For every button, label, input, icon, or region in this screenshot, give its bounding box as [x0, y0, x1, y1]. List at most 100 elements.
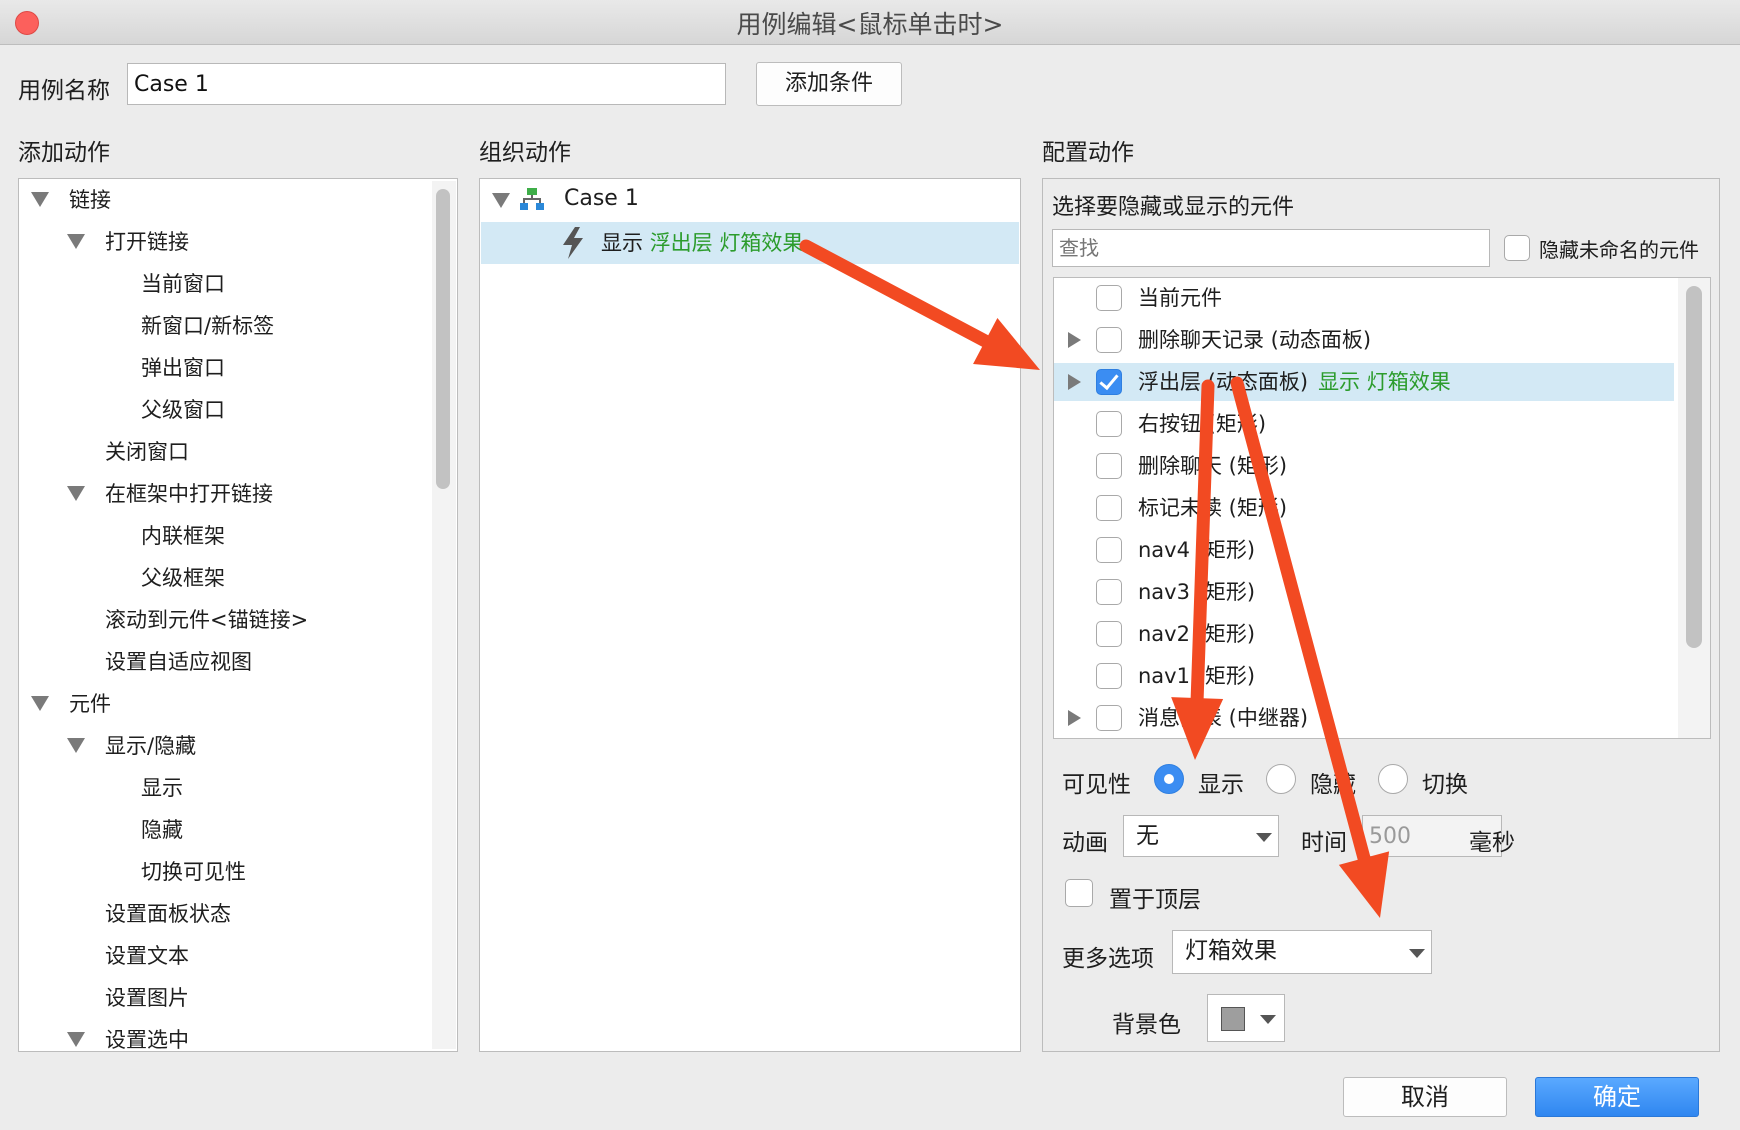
add-condition-button[interactable]: 添加条件	[756, 62, 902, 106]
component-checkbox[interactable]	[1096, 621, 1122, 647]
component-list[interactable]: 当前元件删除聊天记录 (动态面板) 浮出层 (动态面板) 显示 灯箱效果右按钮 (矩…	[1053, 277, 1711, 739]
expand-triangle-icon[interactable]	[67, 738, 85, 753]
more-options-value: 灯箱效果	[1185, 938, 1277, 964]
action-tree-label: 隐藏	[141, 818, 183, 842]
case-name-input[interactable]	[127, 63, 726, 105]
action-tree-item[interactable]: 设置自适应视图	[19, 642, 457, 682]
visibility-toggle-radio[interactable]	[1378, 764, 1408, 794]
component-label: 浮出层 (动态面板)	[1138, 370, 1309, 394]
expand-triangle-icon[interactable]	[1068, 374, 1081, 390]
component-name: 删除聊天记录 (动态面板)	[1138, 321, 1371, 359]
component-label: 消息列表 (中继器)	[1138, 706, 1309, 730]
select-components-heading: 选择要隐藏或显示的元件	[1052, 195, 1295, 220]
visibility-hide-radio[interactable]	[1266, 764, 1296, 794]
component-label: 标记未读 (矩形)	[1138, 496, 1288, 520]
cancel-button[interactable]: 取消	[1343, 1077, 1507, 1117]
component-row[interactable]: nav4 (矩形)	[1054, 531, 1674, 569]
action-tree-item[interactable]: 链接	[19, 180, 457, 220]
component-name: 右按钮 (矩形)	[1138, 405, 1266, 443]
action-tree-item[interactable]: 新窗口/新标签	[19, 306, 457, 346]
component-checkbox[interactable]	[1096, 495, 1122, 521]
component-checkbox[interactable]	[1096, 453, 1122, 479]
case-tree-icon	[520, 188, 544, 210]
hide-unnamed-checkbox[interactable]	[1504, 235, 1530, 261]
action-tree-item[interactable]: 内联框架	[19, 516, 457, 556]
component-row[interactable]: 浮出层 (动态面板) 显示 灯箱效果	[1054, 363, 1674, 401]
color-swatch	[1221, 1007, 1245, 1031]
component-label: nav1 (矩形)	[1138, 664, 1256, 688]
case-tree-label[interactable]: Case 1	[564, 180, 639, 218]
component-checkbox[interactable]	[1096, 285, 1122, 311]
action-tree-item[interactable]: 当前窗口	[19, 264, 457, 304]
action-tree-item[interactable]: 隐藏	[19, 810, 457, 850]
action-tree-item[interactable]: 切换可见性	[19, 852, 457, 892]
component-name: 当前元件	[1138, 279, 1222, 317]
action-tree-item[interactable]: 设置文本	[19, 936, 457, 976]
organize-actions-tree[interactable]: Case 1 显示 浮出层 灯箱效果	[479, 178, 1021, 1052]
window-title: 用例编辑<鼠标单击时>	[736, 10, 1004, 39]
action-tree-label: 滚动到元件<锚链接>	[105, 608, 309, 632]
action-tree-label: 内联框架	[141, 524, 225, 548]
action-tree-item[interactable]: 关闭窗口	[19, 432, 457, 472]
action-tree-item[interactable]: 在框架中打开链接	[19, 474, 457, 514]
action-tree-item[interactable]: 父级窗口	[19, 390, 457, 430]
expand-triangle-icon[interactable]	[67, 1032, 85, 1047]
expand-triangle-icon[interactable]	[31, 696, 49, 711]
action-tree-label: 显示/隐藏	[105, 734, 197, 758]
component-row[interactable]: 消息列表 (中继器)	[1054, 699, 1674, 737]
action-tree-item[interactable]: 设置选中	[19, 1020, 457, 1051]
visibility-hide-label: 隐藏	[1310, 772, 1356, 798]
component-row[interactable]: nav2 (矩形)	[1054, 615, 1674, 653]
case-expand-triangle[interactable]	[492, 193, 510, 208]
component-checkbox[interactable]	[1096, 537, 1122, 563]
expand-triangle-icon[interactable]	[67, 234, 85, 249]
component-row[interactable]: 删除聊天记录 (动态面板)	[1054, 321, 1674, 359]
ok-button[interactable]: 确定	[1535, 1077, 1699, 1117]
action-tree-item[interactable]: 弹出窗口	[19, 348, 457, 388]
component-checkbox[interactable]	[1096, 705, 1122, 731]
component-row[interactable]: nav3 (矩形)	[1054, 573, 1674, 611]
background-color-picker[interactable]	[1207, 994, 1285, 1042]
component-row[interactable]: 右按钮 (矩形)	[1054, 405, 1674, 443]
component-checkbox[interactable]	[1096, 663, 1122, 689]
more-options-select[interactable]: 灯箱效果	[1172, 930, 1432, 974]
action-tree-label: 在框架中打开链接	[105, 482, 273, 506]
chevron-down-icon	[1260, 1015, 1276, 1024]
component-label: 当前元件	[1138, 286, 1222, 310]
action-tree-item[interactable]: 父级框架	[19, 558, 457, 598]
expand-triangle-icon[interactable]	[1068, 332, 1081, 348]
component-name: nav2 (矩形)	[1138, 615, 1255, 653]
selected-action-row[interactable]: 显示 浮出层 灯箱效果	[481, 222, 1019, 264]
action-tree-item[interactable]: 打开链接	[19, 222, 457, 262]
component-search-input[interactable]	[1052, 229, 1490, 267]
add-actions-tree[interactable]: 链接 打开链接 当前窗口 新窗口/新标签 弹出窗口 父级窗口 关闭窗口在框架中打开链接内联框…	[18, 178, 458, 1052]
expand-triangle-icon[interactable]	[31, 192, 49, 207]
component-checkbox[interactable]	[1096, 411, 1122, 437]
component-label: 删除聊天记录 (动态面板)	[1138, 328, 1372, 352]
expand-triangle-icon[interactable]	[1068, 710, 1081, 726]
actions-scrollbar-thumb[interactable]	[436, 189, 450, 489]
bring-to-front-checkbox[interactable]	[1065, 879, 1093, 907]
hide-unnamed-label: 隐藏未命名的元件	[1539, 238, 1699, 262]
action-tree-item[interactable]: 元件	[19, 684, 457, 724]
component-row[interactable]: 删除聊天 (矩形)	[1054, 447, 1674, 485]
component-row[interactable]: 标记未读 (矩形)	[1054, 489, 1674, 527]
component-row[interactable]: 当前元件	[1054, 279, 1674, 317]
component-scrollbar-thumb[interactable]	[1686, 286, 1702, 648]
component-checkbox[interactable]	[1096, 579, 1122, 605]
action-tree-item[interactable]: 滚动到元件<锚链接>	[19, 600, 457, 640]
component-row[interactable]: nav1 (矩形)	[1054, 657, 1674, 695]
component-name: 消息列表 (中继器)	[1138, 699, 1308, 737]
action-tree-item[interactable]: 显示/隐藏	[19, 726, 457, 766]
action-tree-label: 设置自适应视图	[105, 650, 252, 674]
lightning-icon	[563, 227, 583, 259]
chevron-down-icon	[1256, 833, 1272, 842]
component-checkbox[interactable]	[1096, 327, 1122, 353]
expand-triangle-icon[interactable]	[67, 486, 85, 501]
component-checkbox[interactable]	[1096, 369, 1122, 395]
animation-select[interactable]: 无	[1123, 815, 1279, 857]
action-tree-item[interactable]: 显示	[19, 768, 457, 808]
action-tree-item[interactable]: 设置面板状态	[19, 894, 457, 934]
action-tree-item[interactable]: 设置图片	[19, 978, 457, 1018]
visibility-show-radio[interactable]	[1154, 764, 1184, 794]
